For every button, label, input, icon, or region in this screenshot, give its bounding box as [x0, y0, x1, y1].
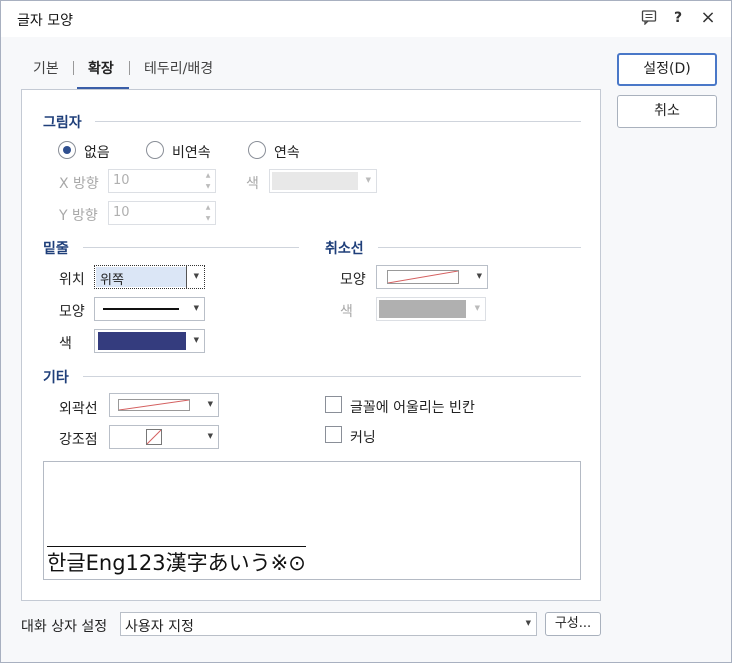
emphasis-label: 강조점	[59, 432, 98, 448]
tab-separator	[129, 61, 130, 75]
tab-border-background[interactable]: 테두리/배경	[144, 58, 213, 78]
shadow-section-title: 그림자	[43, 115, 82, 131]
spin-arrows-icon[interactable]: ▲ ▼	[201, 170, 215, 192]
none-line-swatch	[387, 270, 459, 284]
chevron-down-icon[interactable]: ▼	[194, 336, 199, 344]
solid-line-swatch	[103, 308, 179, 310]
no-emphasis-icon	[146, 429, 162, 445]
chevron-down-icon[interactable]: ▼	[208, 400, 213, 408]
shadow-x-value: 10	[113, 173, 130, 188]
shadow-discontinuous-label: 비연속	[172, 145, 211, 161]
chevron-down-icon[interactable]: ▼	[475, 304, 480, 312]
fit-blank-checkbox[interactable]	[325, 396, 342, 413]
fit-blank-label: 글꼴에 어울리는 빈칸	[350, 400, 475, 416]
section-divider	[378, 247, 581, 248]
help-icon[interactable]: ?	[669, 9, 687, 27]
character-shape-dialog: 글자 모양 ? × 기본 확장 테두리/배경 설정(D) 취소 그림자 없음 비…	[0, 0, 732, 663]
shadow-continuous-label: 연속	[274, 145, 300, 161]
kerning-label: 커닝	[350, 430, 376, 446]
title-bar: 글자 모양 ? ×	[1, 1, 731, 37]
cancel-button-label: 취소	[654, 103, 680, 119]
strikeout-color-swatch	[379, 300, 466, 318]
shadow-y-value: 10	[113, 205, 130, 220]
underline-shape-combo[interactable]: ▼	[94, 297, 205, 321]
dialog-settings-combo[interactable]: 사용자 지정 ▼	[120, 612, 537, 636]
shadow-x-label: X 방향	[59, 176, 99, 192]
preview-box: 한글Eng123漢字あいう※⊙	[43, 461, 581, 580]
chevron-down-icon[interactable]: ▼	[477, 272, 482, 280]
underline-color-swatch	[98, 332, 186, 350]
shadow-none-label: 없음	[84, 145, 110, 161]
underline-section-title: 밑줄	[43, 241, 69, 257]
tab-separator	[73, 61, 74, 75]
underline-color-label: 색	[59, 336, 72, 352]
underline-position-combo[interactable]: 위쪽 ▼	[94, 265, 205, 289]
underline-position-value: 위쪽	[100, 273, 124, 288]
spin-arrows-icon[interactable]: ▲ ▼	[201, 202, 215, 224]
none-line-swatch	[118, 399, 190, 411]
strikeout-shape-label: 모양	[340, 272, 366, 288]
ok-button[interactable]: 설정(D)	[617, 53, 717, 86]
dialog-settings-label: 대화 상자 설정	[21, 619, 108, 635]
outline-combo[interactable]: ▼	[109, 393, 219, 417]
compose-button[interactable]: 구성...	[545, 612, 601, 636]
close-icon[interactable]: ×	[699, 9, 717, 27]
shadow-continuous-radio[interactable]	[248, 141, 266, 159]
shadow-color-swatch	[272, 172, 358, 190]
section-divider	[83, 247, 299, 248]
shadow-none-radio[interactable]	[58, 141, 76, 159]
cancel-button[interactable]: 취소	[617, 95, 717, 128]
outline-label: 외곽선	[59, 401, 98, 417]
chevron-down-icon[interactable]: ▼	[526, 619, 531, 627]
preview-sample-text: 한글Eng123漢字あいう※⊙	[47, 546, 306, 577]
other-section-title: 기타	[43, 370, 69, 386]
feedback-icon[interactable]	[640, 9, 658, 27]
dialog-title: 글자 모양	[17, 13, 73, 29]
chevron-down-icon[interactable]: ▼	[194, 272, 199, 280]
compose-button-label: 구성...	[554, 616, 592, 631]
shadow-x-spinner[interactable]: 10 ▲ ▼	[108, 169, 216, 193]
strikeout-color-combo[interactable]: ▼	[376, 297, 486, 321]
tab-basic[interactable]: 기본	[33, 58, 59, 78]
chevron-down-icon[interactable]: ▼	[208, 432, 213, 440]
underline-position-label: 위치	[59, 272, 85, 288]
strikeout-shape-combo[interactable]: ▼	[376, 265, 488, 289]
kerning-checkbox[interactable]	[325, 426, 342, 443]
shadow-color-combo[interactable]: ▼	[269, 169, 377, 193]
underline-color-combo[interactable]: ▼	[94, 329, 205, 353]
combo-divider	[186, 266, 187, 288]
shadow-y-spinner[interactable]: 10 ▲ ▼	[108, 201, 216, 225]
tab-extended[interactable]: 확장	[88, 58, 114, 78]
emphasis-combo[interactable]: ▼	[109, 425, 219, 449]
shadow-color-label: 색	[246, 176, 259, 192]
strikeout-color-label: 색	[340, 304, 353, 320]
dialog-settings-value: 사용자 지정	[125, 619, 194, 635]
strikeout-section-title: 취소선	[325, 241, 364, 257]
section-divider	[95, 121, 581, 122]
shadow-y-label: Y 방향	[59, 208, 98, 224]
section-divider	[83, 376, 581, 377]
chevron-down-icon[interactable]: ▼	[366, 176, 371, 184]
shadow-discontinuous-radio[interactable]	[146, 141, 164, 159]
ok-button-label: 설정(D)	[643, 61, 691, 77]
chevron-down-icon[interactable]: ▼	[194, 304, 199, 312]
underline-shape-label: 모양	[59, 304, 85, 320]
